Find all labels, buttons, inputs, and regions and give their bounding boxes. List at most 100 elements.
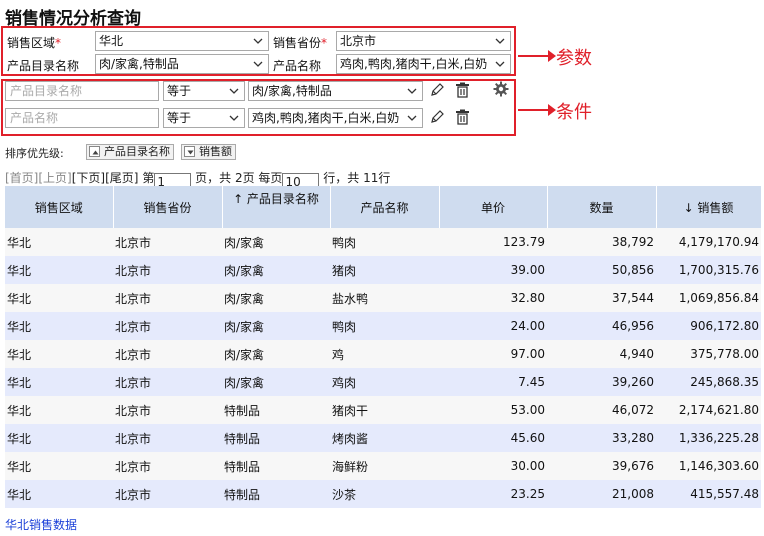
cell-unit-price: 23.25 [439, 480, 547, 508]
cell-region: 华北 [5, 396, 113, 424]
table-row: 华北 北京市 特制品 猪肉干 53.00 46,072 2,174,621.80 [5, 396, 761, 424]
gear-settings-icon[interactable] [493, 81, 509, 100]
cell-category: 肉/家禽 [222, 256, 330, 284]
header-quantity[interactable]: 数量 [547, 186, 657, 228]
table-row: 华北 北京市 肉/家禽 鸡肉 7.45 39,260 245,868.35 [5, 368, 761, 396]
trash-delete-icon[interactable] [455, 82, 470, 101]
header-unit-price[interactable]: 单价 [439, 186, 548, 228]
cell-product: 盐水鸭 [330, 284, 439, 312]
cell-category: 特制品 [222, 452, 330, 480]
cell-region: 华北 [5, 424, 113, 452]
sort-key-sales-button[interactable]: 销售额 [181, 144, 236, 160]
table-row: 华北 北京市 肉/家禽 盐水鸭 32.80 37,544 1,069,856.84 [5, 284, 761, 312]
table-row: 华北 北京市 肉/家禽 鸭肉 123.79 38,792 4,179,170.94 [5, 228, 761, 256]
chevron-down-icon [251, 55, 265, 73]
cell-sales: 375,778.00 [656, 340, 761, 368]
chevron-down-icon [227, 82, 241, 100]
cell-region: 华北 [5, 312, 113, 340]
chevron-down-icon [251, 32, 265, 50]
cell-product: 沙茶 [330, 480, 439, 508]
cell-category: 肉/家禽 [222, 340, 330, 368]
cell-unit-price: 7.45 [439, 368, 547, 396]
cell-unit-price: 53.00 [439, 396, 547, 424]
cell-unit-price: 32.80 [439, 284, 547, 312]
cell-region: 华北 [5, 452, 113, 480]
chevron-down-icon [493, 32, 507, 50]
cell-category: 特制品 [222, 396, 330, 424]
sort-ascending-icon [89, 146, 100, 157]
cell-unit-price: 39.00 [439, 256, 547, 284]
header-product[interactable]: 产品名称 [330, 186, 440, 228]
conditions-arrow [518, 104, 556, 116]
cell-category: 肉/家禽 [222, 284, 330, 312]
cell-region: 华北 [5, 340, 113, 368]
cell-province: 北京市 [113, 480, 222, 508]
cell-quantity: 21,008 [547, 480, 656, 508]
cell-region: 华北 [5, 284, 113, 312]
sales-table: 销售区域 销售省份 ↑ 产品目录名称 产品名称 单价 数量 ↓ 销售额 华北 北京… [5, 186, 762, 508]
cell-unit-price: 123.79 [439, 228, 547, 256]
pager-last-link[interactable]: [尾页] [105, 171, 138, 185]
condition-field-input[interactable]: 产品名称 [5, 108, 159, 128]
cell-unit-price: 45.60 [439, 424, 547, 452]
header-province[interactable]: 销售省份 [113, 186, 223, 228]
pager-prev-link[interactable]: [上页] [38, 171, 71, 185]
condition-value-select[interactable]: 肉/家禽,特制品 [248, 81, 423, 101]
cell-sales: 2,174,621.80 [656, 396, 761, 424]
cell-sales: 906,172.80 [656, 312, 761, 340]
cell-product: 鸭肉 [330, 312, 439, 340]
category-select[interactable]: 肉/家禽,特制品 [95, 54, 269, 74]
cell-category: 特制品 [222, 480, 330, 508]
sort-priority-label: 排序优先级: [5, 147, 64, 160]
cell-product: 猪肉 [330, 256, 439, 284]
chevron-down-icon [493, 55, 507, 73]
header-region[interactable]: 销售区域 [5, 186, 114, 228]
cell-region: 华北 [5, 368, 113, 396]
sort-descending-icon [184, 146, 195, 157]
cell-quantity: 33,280 [547, 424, 656, 452]
cell-province: 北京市 [113, 368, 222, 396]
pencil-edit-icon[interactable] [429, 109, 445, 128]
header-sales[interactable]: ↓ 销售额 [656, 186, 762, 228]
cell-category: 肉/家禽 [222, 312, 330, 340]
condition-operator-select[interactable]: 等于 [163, 108, 245, 128]
cell-region: 华北 [5, 480, 113, 508]
province-select[interactable]: 北京市 [336, 31, 511, 51]
condition-value-select[interactable]: 鸡肉,鸭肉,猪肉干,白米,白奶 [248, 108, 423, 128]
table-row: 华北 北京市 特制品 烤肉酱 45.60 33,280 1,336,225.28 [5, 424, 761, 452]
cell-sales: 415,557.48 [656, 480, 761, 508]
pencil-edit-icon[interactable] [429, 82, 445, 101]
cell-sales: 4,179,170.94 [656, 228, 761, 256]
table-row: 华北 北京市 特制品 海鲜粉 30.00 39,676 1,146,303.60 [5, 452, 761, 480]
region-select[interactable]: 华北 [95, 31, 269, 51]
trash-delete-icon[interactable] [455, 109, 470, 128]
cell-quantity: 46,072 [547, 396, 656, 424]
cell-category: 特制品 [222, 424, 330, 452]
cell-quantity: 4,940 [547, 340, 656, 368]
cell-province: 北京市 [113, 228, 222, 256]
table-row: 华北 北京市 肉/家禽 鸭肉 24.00 46,956 906,172.80 [5, 312, 761, 340]
cell-region: 华北 [5, 256, 113, 284]
cell-unit-price: 24.00 [439, 312, 547, 340]
cell-quantity: 46,956 [547, 312, 656, 340]
cell-province: 北京市 [113, 424, 222, 452]
pager-next-link[interactable]: [下页] [72, 171, 105, 185]
product-select[interactable]: 鸡肉,鸭肉,猪肉干,白米,白奶 [336, 54, 511, 74]
cell-sales: 245,868.35 [656, 368, 761, 396]
product-label: 产品名称 [273, 59, 322, 73]
footer-drill-link[interactable]: 华北销售数据 [5, 516, 77, 533]
params-arrow [518, 50, 556, 62]
condition-operator-select[interactable]: 等于 [163, 81, 245, 101]
cell-sales: 1,336,225.28 [656, 424, 761, 452]
cell-quantity: 39,260 [547, 368, 656, 396]
sort-key-category-button[interactable]: 产品目录名称 [86, 144, 174, 160]
conditions-annotation: 条件 [556, 102, 592, 123]
cell-sales: 1,146,303.60 [656, 452, 761, 480]
cell-province: 北京市 [113, 256, 222, 284]
pager-first-link[interactable]: [首页] [5, 171, 38, 185]
cell-quantity: 50,856 [547, 256, 656, 284]
header-category[interactable]: ↑ 产品目录名称 [222, 186, 331, 228]
cell-category: 肉/家禽 [222, 228, 330, 256]
table-header-row: 销售区域 销售省份 ↑ 产品目录名称 产品名称 单价 数量 ↓ 销售额 [5, 186, 762, 228]
condition-field-input[interactable]: 产品目录名称 [5, 81, 159, 101]
